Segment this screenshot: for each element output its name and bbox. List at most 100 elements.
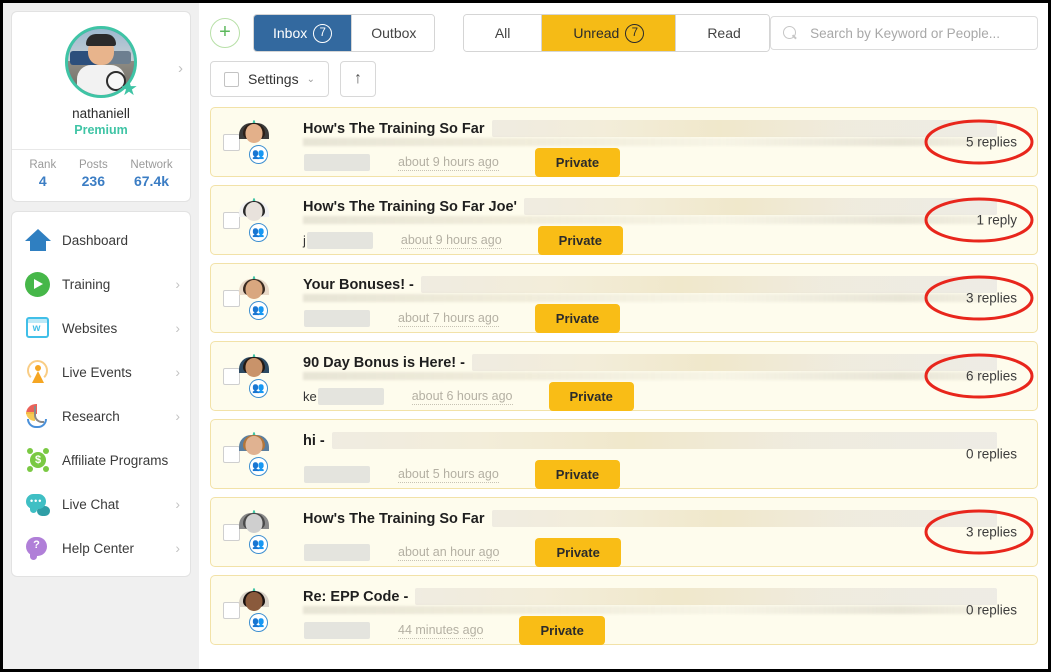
settings-button-label: Settings: [248, 71, 299, 87]
profile-card[interactable]: ★ › nathaniell Premium Rank 4 Posts 236 …: [11, 11, 191, 202]
house-icon: [25, 227, 51, 253]
message-timestamp[interactable]: 44 minutes ago: [398, 623, 484, 639]
avatar-image: [239, 354, 269, 378]
message-timestamp[interactable]: about an hour ago: [398, 545, 500, 561]
chevron-right-icon: ›: [175, 320, 180, 336]
sidebar-item-dashboard[interactable]: Dashboard: [12, 218, 190, 262]
message-timestamp[interactable]: about 9 hours ago: [398, 155, 499, 171]
privacy-badge[interactable]: Private: [535, 538, 621, 567]
tab-outbox[interactable]: Outbox: [352, 15, 434, 51]
avatar[interactable]: 👥: [239, 510, 292, 554]
privacy-badge[interactable]: Private: [519, 616, 605, 645]
avatar[interactable]: 👥: [239, 588, 292, 632]
message-sender-redacted: [304, 154, 370, 171]
message-preview-redacted: [491, 120, 997, 137]
message-row[interactable]: 👥 90 Day Bonus is Here! - ke about 6 hou…: [210, 341, 1038, 411]
avatar[interactable]: 👥: [239, 120, 292, 164]
sidebar-item-websites[interactable]: w Websites ›: [12, 306, 190, 350]
stat-network-value: 67.4k: [133, 173, 170, 189]
message-row[interactable]: 👥 Re: EPP Code - 44 minutes ago Private: [210, 575, 1038, 645]
message-subject-dash: -: [409, 276, 414, 293]
message-subject: Your Bonuses!: [303, 276, 406, 293]
websites-icon-letter: w: [32, 323, 41, 334]
compose-button[interactable]: +: [210, 18, 240, 48]
privacy-badge[interactable]: Private: [534, 148, 621, 177]
message-preview-redacted: [491, 510, 997, 527]
tab-all[interactable]: All: [463, 15, 543, 51]
avatar-image: [239, 510, 269, 534]
tab-read[interactable]: Read: [676, 15, 770, 51]
toolbar-secondary: Settings ⌄ ↑: [210, 61, 1038, 97]
toolbar-primary: + Inbox 7 Outbox All Unread 7 Read Searc…: [210, 14, 1039, 52]
avatar[interactable]: ★: [65, 26, 138, 99]
avatar[interactable]: 👥: [239, 276, 292, 320]
group-badge-icon: 👥: [249, 457, 268, 476]
avatar[interactable]: 👥: [239, 198, 292, 242]
sidebar-item-label: Affiliate Programs: [62, 452, 169, 468]
stat-rank: Rank 4: [29, 159, 56, 189]
avatar[interactable]: 👥: [239, 354, 292, 398]
settings-button[interactable]: Settings ⌄: [210, 61, 329, 97]
message-checkbox[interactable]: [223, 289, 240, 307]
sidebar-item-training[interactable]: Training ›: [12, 262, 190, 306]
sidebar-item-affiliate-programs[interactable]: $ Affiliate Programs: [12, 438, 190, 482]
message-row[interactable]: 👥 hi - about 5 hours ago Private 0 repli…: [210, 419, 1038, 489]
chat-icon: •••: [25, 491, 51, 517]
message-body-redacted: [303, 138, 982, 146]
tab-inbox[interactable]: Inbox 7: [254, 15, 353, 51]
message-sender-redacted: [304, 310, 370, 327]
message-reply-count: 3 replies: [965, 524, 1017, 540]
privacy-badge[interactable]: Private: [548, 382, 634, 411]
profile-tier-label: Premium: [74, 123, 128, 137]
search-box[interactable]: [770, 16, 1039, 50]
avatar-image: [239, 432, 269, 456]
message-content: 90 Day Bonus is Here! - ke about 6 hours…: [303, 342, 1037, 411]
websites-icon: w: [25, 315, 51, 341]
sidebar-item-live-events[interactable]: Live Events ›: [12, 350, 190, 394]
tab-unread[interactable]: Unread 7: [542, 15, 677, 51]
sidebar-item-live-chat[interactable]: ••• Live Chat ›: [12, 482, 190, 526]
message-subject: How's The Training So Far: [303, 120, 485, 137]
tab-all-label: All: [494, 25, 511, 41]
message-subject: 90 Day Bonus is Here!: [303, 354, 457, 371]
group-badge-icon: 👥: [249, 535, 268, 554]
sidebar-item-label: Live Chat: [62, 496, 120, 512]
message-checkbox[interactable]: [223, 211, 240, 229]
message-checkbox[interactable]: [223, 601, 240, 619]
message-row[interactable]: 👥 How's The Training So Far about 9 hour…: [210, 107, 1038, 177]
antenna-icon: [25, 359, 51, 385]
message-timestamp[interactable]: about 7 hours ago: [398, 311, 499, 327]
message-timestamp[interactable]: about 5 hours ago: [398, 467, 499, 483]
profile-username: nathaniell: [72, 106, 130, 121]
message-row[interactable]: 👥 How's The Training So Far about an hou…: [210, 497, 1038, 567]
message-timestamp[interactable]: about 6 hours ago: [411, 389, 513, 405]
message-timestamp[interactable]: about 9 hours ago: [400, 233, 502, 249]
chevron-right-icon: ›: [175, 408, 180, 424]
sidebar-item-help-center[interactable]: ? Help Center ›: [12, 526, 190, 570]
search-input[interactable]: [810, 25, 1026, 41]
message-content: Re: EPP Code - 44 minutes ago Private: [303, 576, 1037, 645]
message-reply-count: 0 replies: [965, 446, 1017, 462]
sort-ascending-button[interactable]: ↑: [339, 61, 376, 97]
privacy-badge[interactable]: Private: [534, 304, 621, 333]
privacy-badge[interactable]: Private: [537, 226, 624, 255]
message-preview-redacted: [415, 588, 997, 605]
sidebar-item-research[interactable]: Research ›: [12, 394, 190, 438]
message-row[interactable]: 👥 How's The Training So Far Joe' j about…: [210, 185, 1038, 255]
chevron-right-icon: ›: [175, 276, 180, 292]
message-row[interactable]: 👥 Your Bonuses! - about 7 hours ago Priv…: [210, 263, 1038, 333]
app-window: ★ › nathaniell Premium Rank 4 Posts 236 …: [3, 3, 1048, 669]
stat-posts: Posts 236: [79, 159, 108, 189]
message-checkbox[interactable]: [223, 367, 240, 385]
message-preview-redacted: [420, 276, 997, 293]
privacy-badge[interactable]: Private: [534, 460, 621, 489]
stat-posts-label: Posts: [78, 159, 108, 171]
message-checkbox[interactable]: [223, 133, 240, 151]
chevron-right-icon[interactable]: ›: [178, 60, 183, 77]
message-subject: hi: [303, 432, 316, 449]
select-all-checkbox[interactable]: [224, 71, 239, 87]
avatar[interactable]: 👥: [239, 432, 292, 476]
message-checkbox[interactable]: [223, 523, 240, 541]
message-checkbox[interactable]: [223, 445, 240, 463]
chat-icon-dots: •••: [30, 496, 43, 506]
